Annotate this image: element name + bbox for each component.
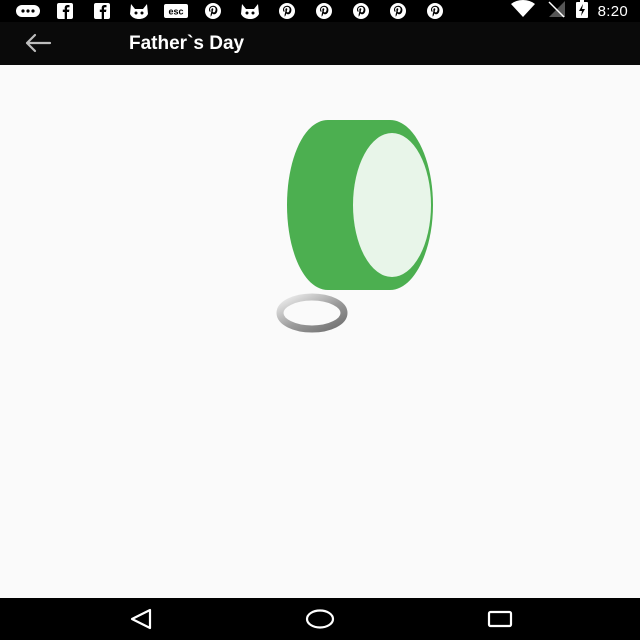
facebook-icon [88, 2, 116, 20]
system-status-icons: 8:20 [510, 0, 628, 23]
green-drum-illustration [287, 120, 433, 290]
pinterest-icon [347, 2, 375, 20]
pinterest-icon [384, 2, 412, 20]
back-button[interactable] [20, 28, 56, 58]
back-triangle-icon [130, 608, 152, 630]
arrow-back-icon [25, 33, 52, 53]
home-circle-icon [305, 609, 335, 629]
cat-icon [236, 2, 264, 20]
esc-icon: esc [162, 2, 190, 20]
wifi-icon [510, 0, 536, 23]
notification-icons: esc [14, 2, 449, 20]
screen: esc 8:20 Father`s Day [0, 0, 640, 640]
nav-back-button[interactable] [121, 604, 161, 634]
page-title: Father`s Day [129, 33, 245, 54]
signal-icon [546, 0, 566, 23]
battery-charging-icon [575, 0, 588, 23]
nav-home-button[interactable] [300, 604, 340, 634]
status-bar: esc 8:20 [0, 0, 640, 22]
app-bar: Father`s Day [0, 22, 640, 65]
pinterest-icon [199, 2, 227, 20]
pinterest-icon [421, 2, 449, 20]
svg-text:esc: esc [168, 7, 183, 17]
pinterest-icon [273, 2, 301, 20]
navigation-bar [0, 598, 640, 640]
status-clock: 8:20 [597, 2, 628, 20]
pinterest-icon [310, 2, 338, 20]
loading-spinner [276, 293, 348, 333]
facebook-icon [51, 2, 79, 20]
nav-recents-button[interactable] [480, 604, 520, 634]
recents-square-icon [487, 610, 513, 628]
cat-icon [125, 2, 153, 20]
messaging-icon [14, 2, 42, 20]
